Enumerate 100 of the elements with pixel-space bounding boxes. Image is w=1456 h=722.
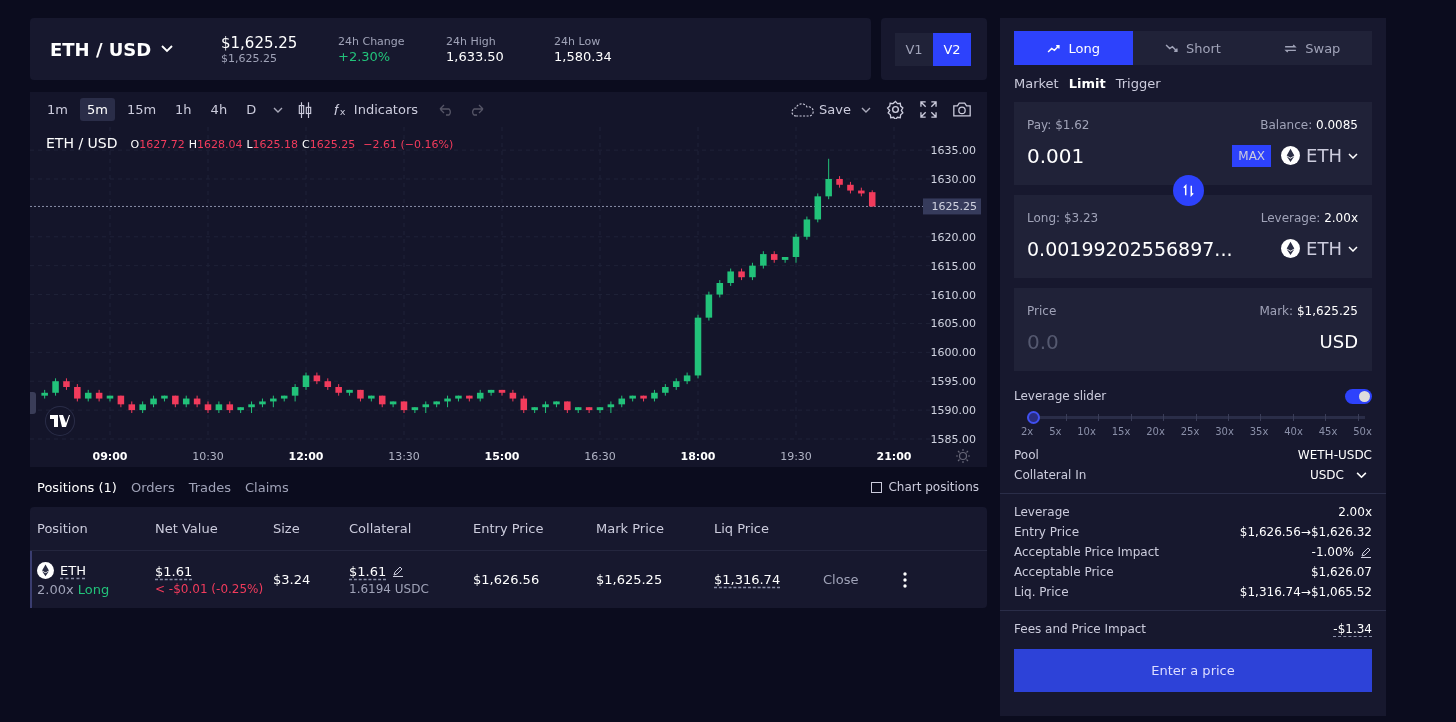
- time-axis-label: 10:30: [192, 450, 224, 463]
- side-tab[interactable]: Short: [1133, 31, 1253, 65]
- redo-icon[interactable]: [469, 103, 486, 116]
- candlestick: [150, 395, 157, 408]
- candlestick: [444, 395, 451, 408]
- timeframe-button[interactable]: 4h: [203, 98, 235, 121]
- fees-value[interactable]: -$1.34: [1333, 622, 1372, 636]
- candlestick: [378, 395, 386, 408]
- candlestick: [313, 372, 321, 385]
- collateral-dropdown[interactable]: USDC: [1309, 468, 1367, 482]
- stat-value: 1,580.34: [554, 48, 613, 64]
- panel-handle[interactable]: [30, 392, 36, 414]
- timeframe-button[interactable]: D: [239, 98, 264, 121]
- price-field[interactable]: 0.0: [1027, 329, 1177, 354]
- candlestick: [193, 395, 201, 408]
- indicators-button[interactable]: 𝑓ₓ Indicators: [334, 100, 419, 119]
- version-button[interactable]: V2: [933, 32, 971, 66]
- chart-positions-checkbox[interactable]: Chart positions: [871, 480, 979, 494]
- fullscreen-icon[interactable]: [920, 101, 937, 118]
- edit-icon[interactable]: [392, 565, 405, 577]
- candlestick: [727, 268, 734, 287]
- ethereum-icon: [37, 562, 54, 579]
- leverage-mark: 5x: [1049, 426, 1062, 437]
- slider-thumb[interactable]: [1027, 411, 1040, 424]
- candlestick: [487, 389, 495, 397]
- ref-line-label: 1625.25: [931, 200, 977, 214]
- liquidation-price: $1,316.74: [714, 572, 782, 587]
- candlestick: [531, 406, 538, 414]
- candlestick: [41, 389, 48, 400]
- positions-tab[interactable]: Claims: [245, 479, 289, 495]
- swap-direction-button[interactable]: [1173, 175, 1204, 206]
- timeframe-button[interactable]: 1h: [168, 98, 199, 121]
- swap-arrows-icon: [1284, 43, 1298, 53]
- close-button[interactable]: Close: [823, 572, 903, 587]
- leverage-mark: 35x: [1249, 426, 1269, 437]
- timeframe-button[interactable]: 1m: [40, 98, 75, 121]
- camera-icon[interactable]: [952, 101, 972, 118]
- candlestick: [161, 395, 168, 402]
- timeframe-button[interactable]: 5m: [79, 98, 115, 121]
- version-button[interactable]: V1: [895, 32, 933, 66]
- candlestick: [400, 400, 408, 414]
- token-link[interactable]: ETH: [60, 563, 86, 578]
- candlestick: [476, 389, 484, 402]
- detail-value: -1.00%: [1311, 545, 1354, 559]
- ohlc-value: 1628.04: [196, 138, 243, 151]
- price-axis-label: 1585.00: [930, 433, 976, 446]
- candlestick: [411, 406, 419, 414]
- time-axis-label: 09:00: [92, 450, 128, 463]
- candlestick: [139, 400, 146, 414]
- leverage-mark: 40x: [1284, 426, 1303, 437]
- submit-button[interactable]: Enter a price: [1014, 649, 1372, 692]
- price-label: Price: [1027, 303, 1057, 318]
- more-options-icon[interactable]: [903, 571, 907, 588]
- timeframe-button[interactable]: 15m: [119, 98, 164, 121]
- order-type-tab[interactable]: Trigger: [1115, 76, 1161, 91]
- mark-label: Mark: $1,625.25: [1259, 303, 1358, 318]
- price-axis-label: 1620.00: [930, 230, 976, 244]
- candlestick: [836, 175, 843, 189]
- ohlc-key: C: [302, 138, 310, 151]
- leverage-toggle[interactable]: [1345, 388, 1372, 404]
- positions-tab[interactable]: Positions (1): [37, 479, 117, 495]
- price-axis-label: 1635.00: [930, 144, 976, 158]
- stat-label: 24h High: [446, 34, 497, 48]
- token-selector[interactable]: ETH: [1281, 145, 1358, 166]
- save-button[interactable]: Save: [791, 102, 851, 117]
- detail-label: Leverage: [1014, 505, 1070, 519]
- order-type-tab[interactable]: Limit: [1068, 76, 1106, 91]
- max-button[interactable]: MAX: [1232, 144, 1272, 167]
- tradingview-logo-icon[interactable]: [46, 407, 74, 435]
- leverage-mark: 25x: [1180, 426, 1200, 437]
- detail-label: Acceptable Price Impact: [1014, 545, 1159, 559]
- chevron-down-icon[interactable]: [861, 106, 871, 113]
- candlestick: [629, 395, 636, 402]
- token-selector[interactable]: ETH: [1281, 238, 1358, 259]
- leverage-slider-label: Leverage slider: [1014, 389, 1107, 403]
- positions-tab[interactable]: Orders: [130, 479, 175, 495]
- candlestick: [324, 377, 332, 391]
- order-type-tab[interactable]: Market: [1014, 76, 1059, 91]
- long-amount-field[interactable]: 0.00199202556897...: [1027, 237, 1233, 260]
- chevron-down-icon[interactable]: [273, 106, 284, 113]
- fees-label: Fees and Price Impact: [1014, 622, 1147, 636]
- chevron-down-icon: [1348, 152, 1358, 159]
- candlestick: [280, 395, 288, 402]
- pair-selector[interactable]: ETH / USD: [50, 38, 221, 60]
- edit-icon[interactable]: [1360, 546, 1372, 558]
- mark-price: $1,625.25: [596, 572, 664, 587]
- positions-tab[interactable]: Trades: [188, 479, 232, 495]
- candlestick: [74, 383, 81, 402]
- candlestick: [172, 395, 179, 408]
- pay-amount-field[interactable]: 0.001: [1027, 143, 1177, 168]
- side-tab[interactable]: Swap: [1252, 31, 1372, 65]
- net-value: $1.61: [155, 563, 194, 579]
- candlestick: [585, 406, 593, 414]
- position-side: Long: [77, 582, 110, 597]
- side-tab[interactable]: Long: [1014, 31, 1134, 65]
- price-change: −2.61 (−0.16%): [363, 138, 454, 151]
- candlestick: [564, 400, 571, 414]
- candles-icon[interactable]: [298, 100, 313, 119]
- leverage-mark: 10x: [1077, 426, 1096, 437]
- ohlc-value: 1625.25: [309, 138, 356, 151]
